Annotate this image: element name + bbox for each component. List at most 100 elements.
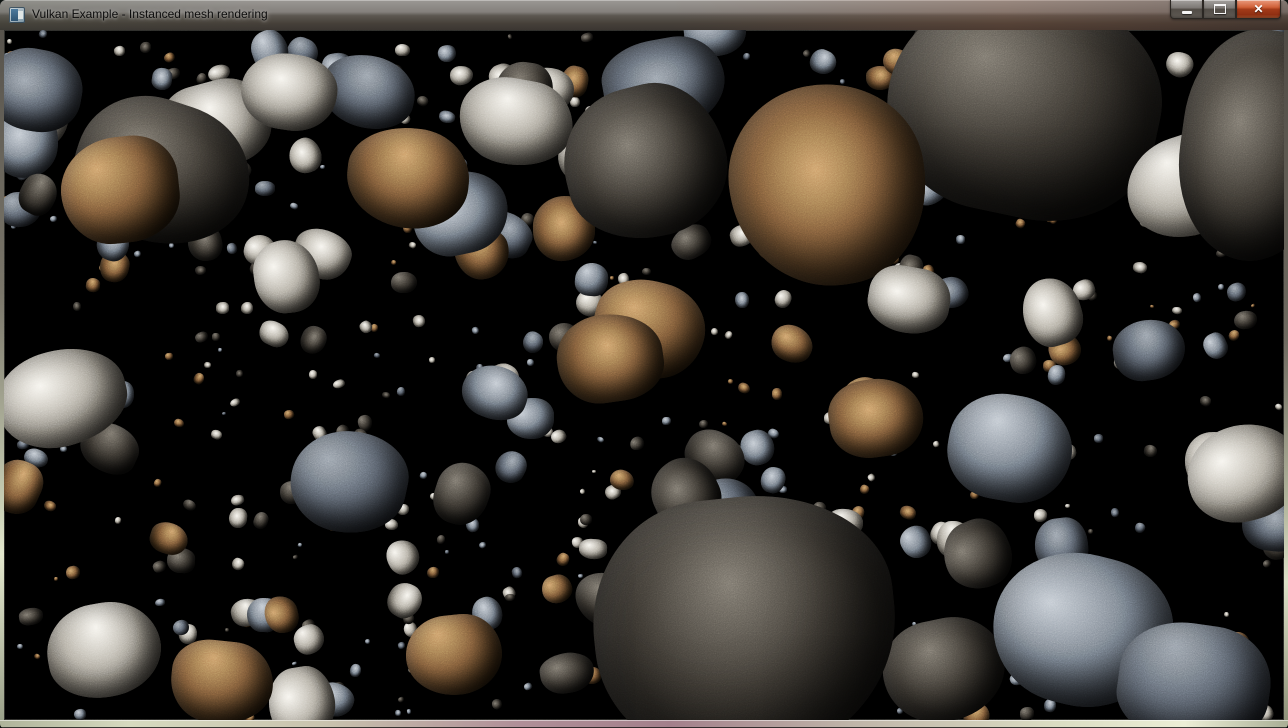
window-frame-bottom bbox=[0, 720, 1288, 728]
rock bbox=[1106, 335, 1113, 342]
render-viewport[interactable] bbox=[4, 30, 1284, 720]
rock bbox=[1132, 261, 1147, 274]
rock bbox=[1088, 528, 1094, 534]
rock bbox=[427, 456, 498, 531]
rock bbox=[765, 318, 819, 369]
rock bbox=[65, 565, 81, 581]
minimize-button[interactable] bbox=[1170, 0, 1203, 19]
rock bbox=[390, 259, 397, 266]
rock bbox=[436, 42, 459, 64]
rock bbox=[320, 165, 325, 169]
rock bbox=[579, 488, 586, 495]
rock bbox=[579, 513, 593, 526]
rock bbox=[1007, 343, 1040, 377]
vulkan-example-window: Vulkan Example - Instanced mesh renderin… bbox=[0, 0, 1288, 728]
rock bbox=[1172, 307, 1182, 315]
rock bbox=[1065, 504, 1070, 509]
application-icon bbox=[9, 7, 25, 23]
rock bbox=[255, 316, 293, 351]
rock bbox=[212, 333, 220, 342]
rock bbox=[1227, 328, 1241, 342]
rock bbox=[1274, 403, 1283, 412]
rock bbox=[332, 379, 346, 391]
rock bbox=[735, 291, 750, 308]
rock bbox=[38, 30, 48, 38]
rock bbox=[216, 302, 229, 314]
rock bbox=[231, 556, 246, 571]
rock bbox=[592, 470, 596, 473]
rock bbox=[898, 504, 917, 521]
minimize-icon bbox=[1182, 11, 1192, 14]
rock bbox=[1198, 395, 1212, 408]
rock bbox=[642, 268, 651, 275]
rock bbox=[1019, 706, 1033, 720]
rock bbox=[408, 241, 416, 249]
rock bbox=[537, 649, 596, 696]
title-bar[interactable]: Vulkan Example - Instanced mesh renderin… bbox=[0, 0, 1288, 30]
rock bbox=[133, 250, 141, 258]
rock bbox=[263, 662, 340, 720]
rock bbox=[859, 483, 871, 495]
rock bbox=[406, 709, 411, 715]
rock bbox=[824, 373, 928, 463]
rock bbox=[807, 46, 841, 79]
rock bbox=[229, 397, 241, 408]
rock bbox=[662, 417, 671, 426]
rock bbox=[397, 641, 405, 649]
rock bbox=[349, 662, 363, 677]
rock bbox=[520, 328, 548, 356]
rock bbox=[596, 436, 604, 444]
close-button[interactable]: ✕ bbox=[1236, 0, 1281, 19]
rock bbox=[381, 391, 390, 399]
rock bbox=[1224, 612, 1229, 617]
window-title: Vulkan Example - Instanced mesh renderin… bbox=[32, 0, 268, 30]
rock bbox=[737, 382, 751, 395]
rock bbox=[395, 44, 410, 56]
rock bbox=[555, 551, 572, 568]
rock bbox=[445, 550, 450, 554]
rock bbox=[7, 39, 13, 44]
rock bbox=[526, 358, 534, 366]
rock bbox=[230, 493, 245, 506]
rock bbox=[162, 51, 176, 64]
rock bbox=[204, 362, 212, 369]
rock bbox=[426, 567, 439, 579]
rock bbox=[1094, 434, 1105, 444]
rock bbox=[382, 577, 428, 624]
rock bbox=[772, 388, 783, 400]
rock bbox=[1225, 281, 1248, 303]
rock bbox=[912, 371, 920, 378]
rock bbox=[283, 408, 295, 419]
rock bbox=[593, 241, 598, 245]
rock bbox=[391, 272, 418, 294]
rock bbox=[1250, 303, 1255, 308]
rock bbox=[415, 94, 430, 108]
rock bbox=[449, 65, 474, 86]
rock bbox=[1047, 364, 1067, 386]
rock bbox=[724, 330, 734, 340]
rock bbox=[773, 288, 794, 311]
rock bbox=[365, 639, 371, 645]
rock bbox=[296, 322, 330, 357]
rock bbox=[235, 370, 244, 379]
rock bbox=[192, 372, 206, 386]
rock bbox=[72, 302, 81, 312]
maximize-icon bbox=[1214, 4, 1226, 14]
rock bbox=[222, 411, 227, 415]
rock bbox=[374, 352, 381, 358]
rock bbox=[54, 577, 59, 582]
rock bbox=[471, 326, 480, 336]
rock bbox=[357, 319, 373, 335]
rock bbox=[194, 329, 210, 343]
rock bbox=[151, 559, 167, 574]
rock bbox=[42, 499, 57, 513]
rock bbox=[241, 302, 254, 314]
rock bbox=[839, 78, 845, 84]
maximize-button[interactable] bbox=[1203, 0, 1236, 19]
rock bbox=[578, 538, 607, 560]
rock bbox=[955, 235, 964, 245]
rock bbox=[491, 697, 504, 710]
rock bbox=[308, 369, 317, 379]
rock bbox=[578, 574, 583, 578]
rock bbox=[16, 644, 22, 649]
